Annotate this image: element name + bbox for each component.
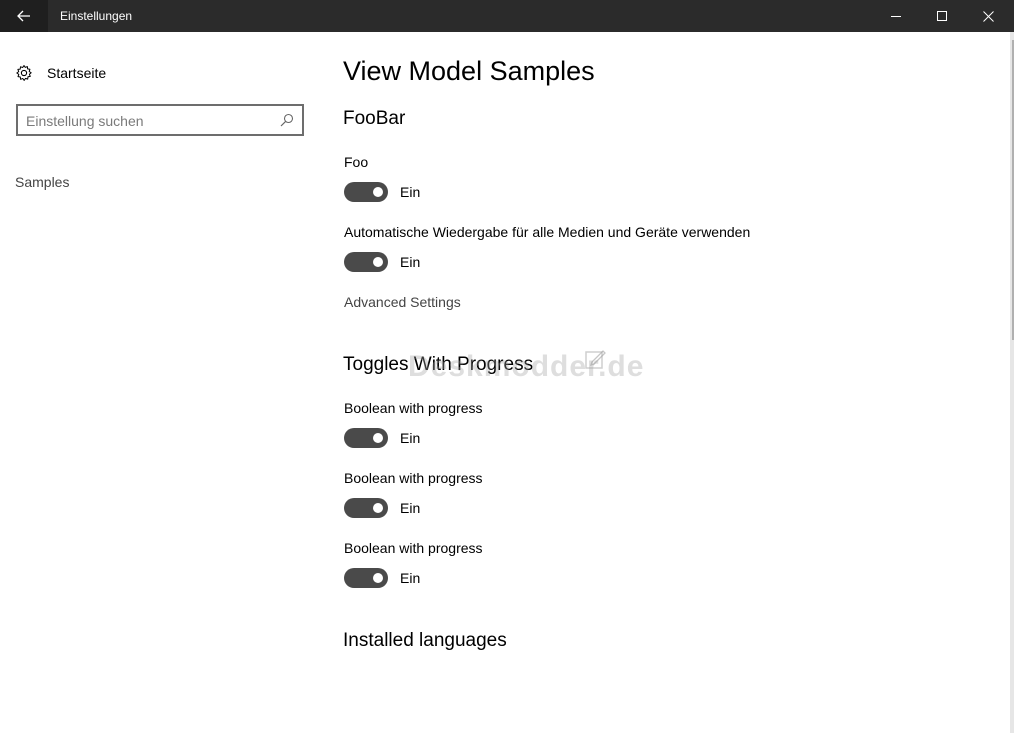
toggle-state-boolean-1: Ein	[400, 430, 421, 446]
toggle-row-boolean-3: Ein	[344, 568, 420, 588]
section-title-foobar: FooBar	[343, 108, 406, 129]
search-box[interactable]	[16, 104, 304, 136]
search-icon[interactable]	[280, 113, 294, 127]
search-input[interactable]	[26, 111, 276, 131]
advanced-settings-link[interactable]: Advanced Settings	[344, 294, 461, 310]
toggle-knob	[373, 573, 383, 583]
toggle-switch-boolean-1[interactable]	[344, 428, 388, 448]
toggle-state-autoplay: Ein	[400, 254, 421, 270]
close-button[interactable]	[965, 0, 1011, 32]
window-title: Einstellungen	[60, 9, 133, 23]
nav-home-label: Startseite	[47, 65, 107, 81]
gear-icon	[16, 65, 32, 81]
toggle-knob	[373, 433, 383, 443]
toggle-row-boolean-2: Ein	[344, 498, 420, 518]
back-button[interactable]	[0, 0, 48, 32]
toggle-row-foo: Ein	[344, 182, 420, 202]
setting-label-boolean-3: Boolean with progress	[344, 540, 483, 556]
minimize-icon	[890, 15, 901, 17]
close-icon	[982, 10, 994, 22]
nav-item-samples[interactable]: Samples	[15, 174, 69, 190]
toggle-switch-boolean-2[interactable]	[344, 498, 388, 518]
toggle-row-autoplay: Ein	[344, 252, 420, 272]
back-arrow-icon	[17, 10, 30, 22]
toggle-knob	[373, 257, 383, 267]
edit-icon	[585, 350, 606, 369]
maximize-button[interactable]	[919, 0, 965, 32]
watermark: Deskmodder.de	[408, 350, 645, 383]
minimize-button[interactable]	[873, 0, 919, 32]
toggle-knob	[373, 187, 383, 197]
toggle-state-foo: Ein	[400, 184, 421, 200]
setting-label-boolean-2: Boolean with progress	[344, 470, 483, 486]
setting-label-autoplay: Automatische Wiedergabe für alle Medien …	[344, 224, 751, 240]
title-bar: Einstellungen	[0, 0, 1014, 32]
toggle-switch-autoplay[interactable]	[344, 252, 388, 272]
maximize-icon	[936, 10, 947, 21]
toggle-knob	[373, 503, 383, 513]
section-title-installed-languages: Installed languages	[343, 630, 507, 651]
page-title: View Model Samples	[343, 56, 595, 86]
toggle-switch-boolean-3[interactable]	[344, 568, 388, 588]
setting-label-foo: Foo	[344, 154, 369, 170]
nav-home[interactable]: Startseite	[15, 60, 106, 86]
toggle-row-boolean-1: Ein	[344, 428, 420, 448]
settings-window: Einstellungen Startseite Einstellung suc…	[0, 0, 1014, 733]
setting-label-boolean-1: Boolean with progress	[344, 400, 483, 416]
toggle-switch-foo[interactable]	[344, 182, 388, 202]
toggle-state-boolean-2: Ein	[400, 500, 421, 516]
toggle-state-boolean-3: Ein	[400, 570, 421, 586]
